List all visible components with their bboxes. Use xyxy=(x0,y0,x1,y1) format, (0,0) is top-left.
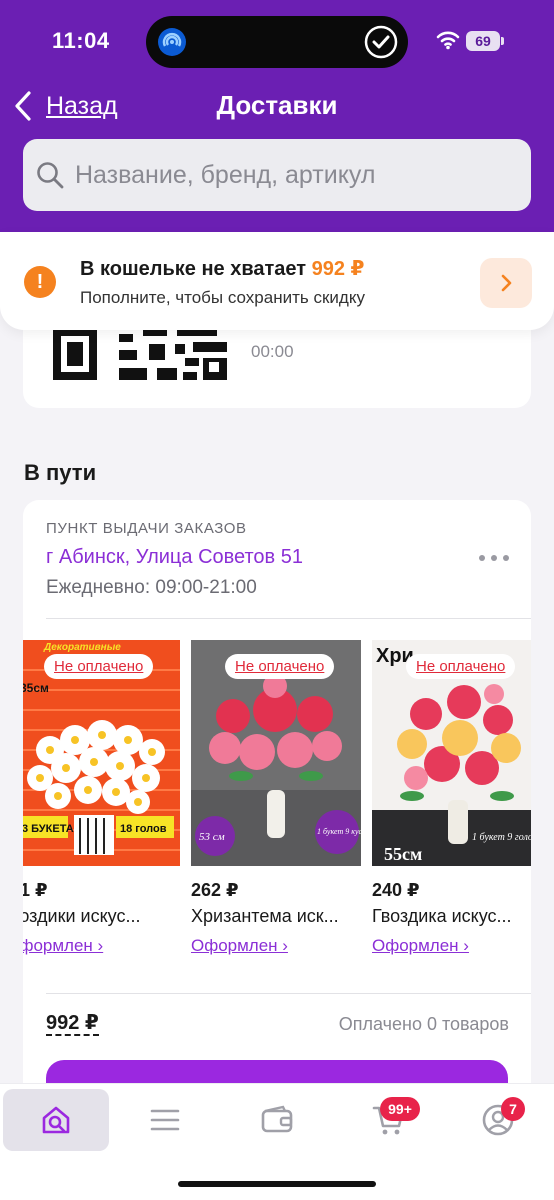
pickup-point-label: ПУНКТ ВЫДАЧИ ЗАКАЗОВ xyxy=(46,520,247,537)
product-image-caption: 35см xyxy=(23,681,49,695)
tab-catalog[interactable] xyxy=(112,1089,218,1151)
banner-title: В кошельке не хватает 992 ₽ xyxy=(80,258,365,280)
product-name[interactable]: воздики искус... xyxy=(23,906,180,927)
product-image-caption: 1 букет 9 голов xyxy=(472,832,531,843)
product-status-link[interactable]: Оформлен › xyxy=(372,936,469,956)
product-image-caption: 53 см xyxy=(199,831,225,843)
qr-code xyxy=(53,328,227,380)
tab-cart[interactable]: 99+ xyxy=(336,1089,442,1151)
cart-badge: 99+ xyxy=(380,1097,420,1121)
status-time: 11:04 xyxy=(52,28,110,53)
paid-count: Оплачено 0 товаров xyxy=(338,1014,509,1034)
divider xyxy=(46,993,531,994)
search-input[interactable] xyxy=(75,160,505,190)
tab-home[interactable] xyxy=(3,1089,109,1151)
airdrop-icon xyxy=(158,28,186,56)
home-indicator xyxy=(178,1181,376,1187)
unpaid-badge: Не оплачено xyxy=(225,654,335,679)
product-image-caption: 3 БУКЕТА xyxy=(23,823,74,835)
product-status-link[interactable]: Оформлен › xyxy=(191,936,288,956)
status-bar: 11:04 69 xyxy=(0,0,554,80)
product-price: 262 ₽ xyxy=(191,880,239,900)
order-card[interactable]: ПУНКТ ВЫДАЧИ ЗАКАЗОВ г Абинск, Улица Сов… xyxy=(23,500,531,1100)
warning-icon: ! xyxy=(24,266,56,298)
menu-icon xyxy=(150,1109,180,1131)
home-search-icon xyxy=(42,1106,70,1134)
order-total[interactable]: 992 ₽ xyxy=(46,1012,99,1036)
wifi-icon xyxy=(436,31,460,50)
product-name[interactable]: Хризантема иск... xyxy=(191,906,361,927)
product-image-caption: 1 букет 9 кустов xyxy=(317,827,361,836)
product-image-caption: 18 голов xyxy=(120,823,167,835)
battery-level: 69 xyxy=(466,31,500,51)
battery-icon: 69 xyxy=(466,31,504,51)
product-image-caption: Декоративные xyxy=(43,642,121,653)
chevron-right-icon xyxy=(501,274,512,292)
more-options-icon[interactable] xyxy=(479,552,509,564)
wallet-icon xyxy=(261,1105,293,1133)
banner-subtitle: Пополните, чтобы сохранить скидку xyxy=(80,288,365,307)
check-circle-icon xyxy=(364,25,398,59)
search-icon xyxy=(37,162,64,189)
banner-amount: 992 ₽ xyxy=(311,258,365,280)
search-bar[interactable] xyxy=(23,139,531,211)
qr-time-text: 00:00 xyxy=(251,342,294,361)
product-list[interactable]: Декоративные 35см 3 БУКЕТА 18 голов Не о… xyxy=(23,640,531,970)
product-price: 240 ₽ xyxy=(372,880,420,900)
product-image[interactable]: 53 см 1 букет 9 кустов Не оплачено xyxy=(191,640,361,866)
product-status-link[interactable]: оформлен › xyxy=(23,936,103,956)
unpaid-badge: Не оплачено xyxy=(44,654,154,679)
unpaid-badge: Не оплачено xyxy=(406,654,516,679)
product-image[interactable]: Хри 55см 1 букет 9 голов Не оплачено xyxy=(372,640,531,866)
product-price: 71 ₽ xyxy=(23,880,48,900)
banner-topup-button[interactable] xyxy=(480,258,532,308)
product-image-caption: 55см xyxy=(384,844,422,864)
tab-wallet[interactable] xyxy=(224,1089,330,1151)
tab-profile[interactable]: 7 xyxy=(445,1089,551,1151)
pickup-point-hours: Ежедневно: 09:00-21:00 xyxy=(46,577,257,598)
header: 11:04 69 Назад Доставки Название, бренд,… xyxy=(0,0,554,232)
section-title-in-transit: В пути xyxy=(24,460,97,485)
product-name[interactable]: Гвоздика искус... xyxy=(372,906,531,927)
page-title: Доставки xyxy=(216,90,338,120)
divider xyxy=(46,618,531,619)
product-image[interactable]: Декоративные 35см 3 БУКЕТА 18 голов Не о… xyxy=(23,640,180,866)
wallet-banner[interactable]: ! В кошельке не хватает 992 ₽ Пополните,… xyxy=(0,232,554,330)
pickup-point-address[interactable]: г Абинск, Улица Советов 51 xyxy=(46,546,303,569)
profile-badge: 7 xyxy=(501,1097,525,1121)
dynamic-island xyxy=(146,16,408,68)
